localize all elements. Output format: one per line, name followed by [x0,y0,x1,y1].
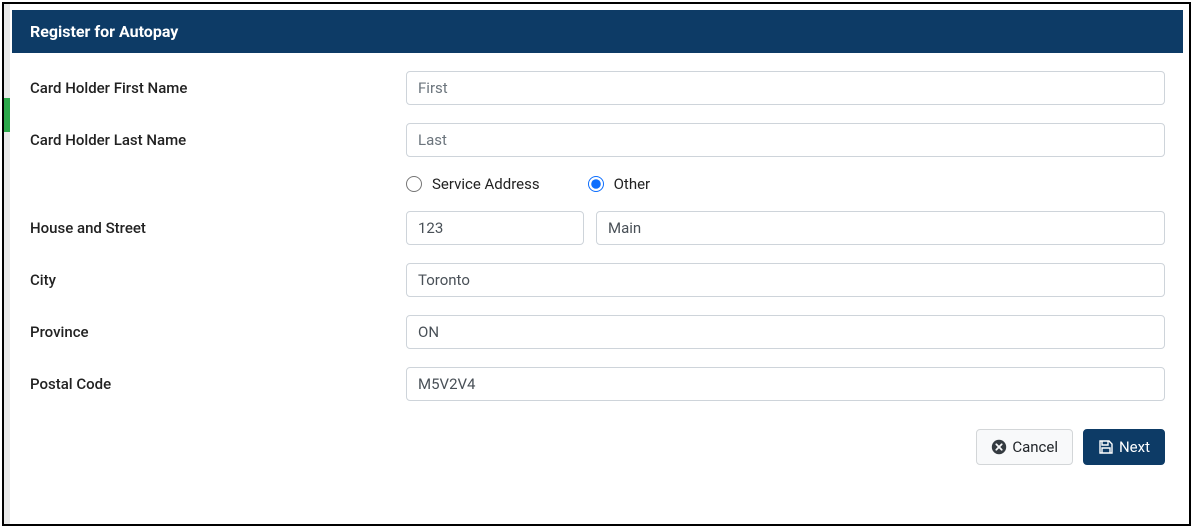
window-frame: Register for Autopay Card Holder First N… [2,2,1191,526]
street-input[interactable] [596,211,1165,245]
next-button-label: Next [1119,438,1150,456]
save-icon [1098,439,1114,455]
house-number-input[interactable] [406,211,584,245]
last-name-input[interactable] [406,123,1165,157]
city-input[interactable] [406,263,1165,297]
province-label: Province [30,323,406,341]
city-label: City [30,271,406,289]
row-province: Province [30,315,1165,349]
row-house-street: House and Street [30,211,1165,245]
left-edge-strip [4,4,10,524]
row-last-name: Card Holder Last Name [30,123,1165,157]
radio-other[interactable]: Other [588,175,651,193]
row-city: City [30,263,1165,297]
postal-code-input[interactable] [406,367,1165,401]
modal-header: Register for Autopay [12,10,1183,53]
first-name-input[interactable] [406,71,1165,105]
next-button[interactable]: Next [1083,429,1165,465]
address-type-radio-group: Service Address Other [30,175,1165,193]
radio-service-address[interactable]: Service Address [406,175,540,193]
first-name-label: Card Holder First Name [30,79,406,97]
row-postal-code: Postal Code [30,367,1165,401]
radio-other-label: Other [614,175,651,193]
house-street-label: House and Street [30,219,406,237]
province-input[interactable] [406,315,1165,349]
autopay-modal: Register for Autopay Card Holder First N… [12,10,1183,518]
modal-title: Register for Autopay [30,22,178,41]
row-first-name: Card Holder First Name [30,71,1165,105]
postal-code-label: Postal Code [30,375,406,393]
radio-service-address-input[interactable] [406,176,422,192]
cancel-button-label: Cancel [1012,438,1058,456]
radio-other-input[interactable] [588,176,604,192]
cancel-button[interactable]: Cancel [976,429,1073,465]
last-name-label: Card Holder Last Name [30,131,406,149]
modal-footer: Cancel Next [12,421,1183,479]
radio-service-address-label: Service Address [432,175,540,193]
modal-body: Card Holder First Name Card Holder Last … [12,53,1183,421]
cancel-icon [991,439,1007,455]
left-edge-accent [4,98,10,132]
